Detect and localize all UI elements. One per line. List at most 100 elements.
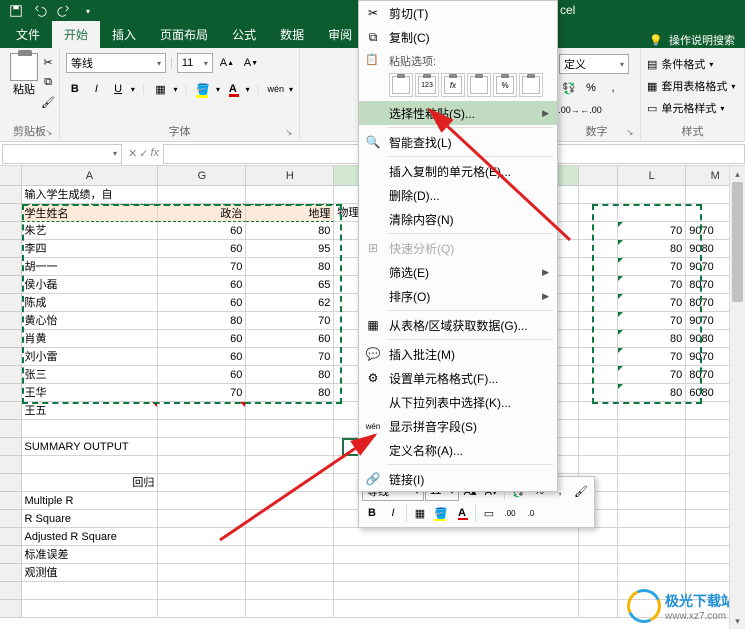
cell[interactable] <box>579 330 618 348</box>
cell[interactable]: Multiple R <box>22 492 159 510</box>
save-button[interactable] <box>4 1 28 21</box>
row-header[interactable] <box>0 348 22 366</box>
underline-button[interactable]: U <box>109 79 127 99</box>
vertical-scrollbar[interactable]: ▴ ▾ <box>729 166 745 629</box>
mini-inc-decimal[interactable]: .00 <box>500 503 520 523</box>
cell[interactable]: 65 <box>246 276 334 294</box>
cell[interactable]: 60 <box>158 366 246 384</box>
cell[interactable] <box>158 546 246 564</box>
ctx-insert-comment[interactable]: 💬插入批注(M) <box>359 342 557 366</box>
cell[interactable]: 70 <box>158 384 246 402</box>
ctx-define-name[interactable]: 定义名称(A)... <box>359 438 557 462</box>
enter-formula-button[interactable]: ✓ <box>139 147 148 160</box>
ctx-pick-list[interactable]: 从下拉列表中选择(K)... <box>359 390 557 414</box>
cell[interactable] <box>618 474 687 492</box>
cell[interactable]: 60 <box>158 348 246 366</box>
name-box[interactable]: ▾ <box>2 144 122 164</box>
cell[interactable] <box>579 186 618 204</box>
col-header-l[interactable]: L <box>618 166 686 185</box>
col-header-g[interactable]: G <box>158 166 246 185</box>
row-header[interactable] <box>0 186 22 204</box>
ctx-get-data[interactable]: ▦从表格/区域获取数据(G)... <box>359 313 557 337</box>
cell[interactable]: 地理 <box>246 204 334 222</box>
cell[interactable]: 学生姓名 <box>22 204 159 222</box>
cell[interactable]: 侯小磊 <box>22 276 159 294</box>
cell[interactable]: 刘小雷 <box>22 348 159 366</box>
format-as-table-button[interactable]: ▦套用表格格式▾ <box>647 76 738 96</box>
cell[interactable] <box>246 582 334 600</box>
cell[interactable] <box>22 582 159 600</box>
paste-opt-all[interactable] <box>389 73 413 97</box>
cell[interactable] <box>579 240 618 258</box>
row-header[interactable] <box>0 456 22 474</box>
cell[interactable] <box>618 204 687 222</box>
cell[interactable] <box>158 186 246 204</box>
number-dialog-launcher[interactable]: ↘ <box>626 127 636 137</box>
font-color-button[interactable]: A <box>224 79 242 99</box>
comma-button[interactable]: , <box>603 78 623 98</box>
paste-opt-transpose[interactable] <box>467 73 491 97</box>
row-header[interactable] <box>0 204 22 222</box>
cell[interactable]: 70 <box>246 312 334 330</box>
ctx-insert-copied[interactable]: 插入复制的单元格(E)... <box>359 159 557 183</box>
cell[interactable]: 80 <box>618 240 687 258</box>
scroll-thumb[interactable] <box>732 182 743 302</box>
cell[interactable]: 陈成 <box>22 294 159 312</box>
row-header[interactable] <box>0 402 22 420</box>
decrease-font-button[interactable]: A▼ <box>241 53 261 73</box>
cell[interactable] <box>158 474 246 492</box>
bold-button[interactable]: B <box>66 79 84 99</box>
ctx-copy[interactable]: ⧉复制(C) <box>359 25 557 49</box>
tab-home[interactable]: 开始 <box>52 21 100 48</box>
cell[interactable]: 80 <box>158 312 246 330</box>
cell[interactable] <box>246 402 334 420</box>
cell[interactable] <box>579 456 618 474</box>
cell[interactable] <box>22 456 159 474</box>
ctx-filter[interactable]: 筛选(E)▶ <box>359 260 557 284</box>
cell[interactable] <box>334 600 578 618</box>
cut-button[interactable]: ✂ <box>40 54 56 70</box>
cell[interactable]: 70 <box>618 276 687 294</box>
cell[interactable]: 70 <box>158 258 246 276</box>
increase-font-button[interactable]: A▲ <box>217 53 237 73</box>
cell[interactable]: 标准误差 <box>22 546 159 564</box>
cell[interactable] <box>579 528 618 546</box>
cell[interactable] <box>618 186 687 204</box>
cell[interactable]: 60 <box>246 330 334 348</box>
format-painter-button[interactable]: 🖌 <box>40 94 56 110</box>
row-header[interactable] <box>0 384 22 402</box>
mini-border[interactable]: ▦ <box>410 503 430 523</box>
scroll-down-button[interactable]: ▾ <box>730 613 745 629</box>
row-header[interactable] <box>0 492 22 510</box>
row-header[interactable] <box>0 546 22 564</box>
cell[interactable] <box>22 420 159 438</box>
cell[interactable]: 60 <box>158 240 246 258</box>
ctx-smart-lookup[interactable]: 🔍智能查找(L) <box>359 130 557 154</box>
cell[interactable] <box>579 600 618 618</box>
cell[interactable]: 王华 <box>22 384 159 402</box>
cell[interactable] <box>618 438 687 456</box>
cell[interactable] <box>579 204 618 222</box>
cell[interactable]: 肖黄 <box>22 330 159 348</box>
cell[interactable] <box>618 402 687 420</box>
mini-font-color[interactable]: A <box>452 503 472 523</box>
cell[interactable] <box>246 492 334 510</box>
qat-customize[interactable]: ▾ <box>76 1 100 21</box>
cell[interactable]: SUMMARY OUTPUT <box>22 438 159 456</box>
cell[interactable]: 70 <box>618 294 687 312</box>
cell[interactable] <box>158 492 246 510</box>
tab-insert[interactable]: 插入 <box>100 21 148 48</box>
row-header[interactable] <box>0 600 22 618</box>
cell[interactable]: 输入学生成绩，自 <box>22 186 159 204</box>
row-header[interactable] <box>0 420 22 438</box>
cell[interactable] <box>22 600 159 618</box>
font-dialog-launcher[interactable]: ↘ <box>285 127 295 137</box>
cell[interactable]: 朱艺 <box>22 222 159 240</box>
cell[interactable] <box>579 582 618 600</box>
ctx-cut[interactable]: ✂剪切(T) <box>359 1 557 25</box>
cell[interactable] <box>579 402 618 420</box>
accounting-button[interactable]: 💱 <box>559 78 579 98</box>
ctx-delete[interactable]: 删除(D)... <box>359 183 557 207</box>
fx-button[interactable]: fx <box>150 147 159 160</box>
cell[interactable] <box>334 546 578 564</box>
